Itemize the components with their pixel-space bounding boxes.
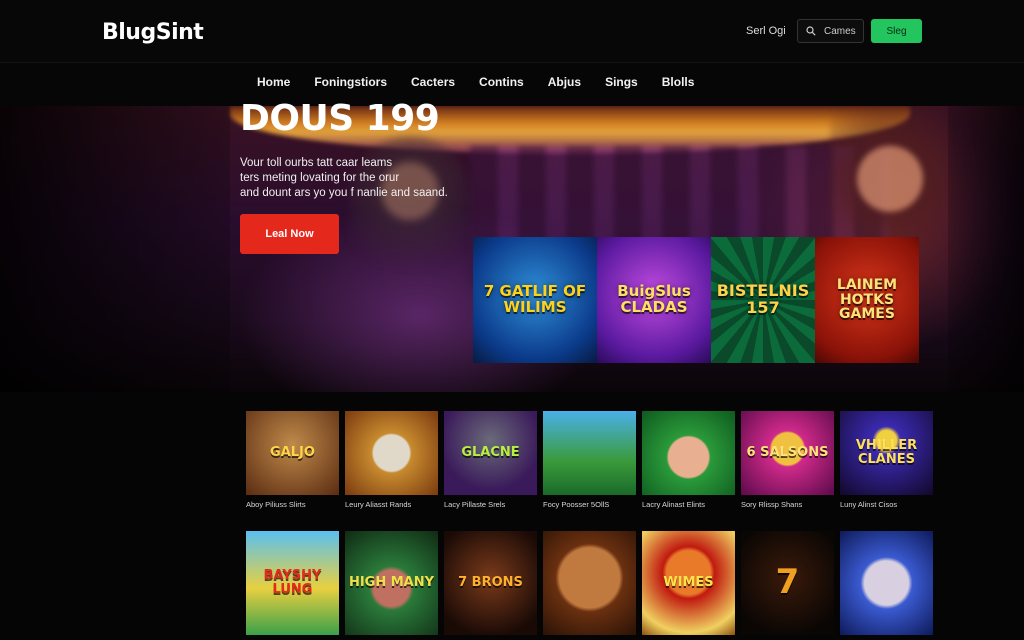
site-logo[interactable]: BlugSint [102, 20, 204, 45]
game-title: WIMES [663, 575, 714, 591]
sign-up-button[interactable]: Sleg [871, 19, 922, 43]
nav-item-7[interactable]: Blolls [662, 75, 695, 89]
game-card[interactable]: BAYSHY LUNG [246, 531, 339, 635]
nav-item-4[interactable]: Contins [479, 75, 524, 89]
game-caption: Aboy Piliuss Slirts [246, 500, 306, 509]
game-title: BAYSHY LUNG [263, 568, 322, 597]
game-title: 7 BRONS [458, 575, 523, 591]
game-caption: Leury Aliasst Rands [345, 500, 412, 509]
games-grid: GALJO Aboy Piliuss Slirts Leury Aliasst … [246, 411, 933, 635]
featured-games: 7 GATLIF OF WILIMS BuigSlus CLADAS BISTE… [473, 237, 919, 363]
game-caption: Luny Alinst Cisos [840, 500, 898, 509]
featured-game-title: BISTELNIS 157 [716, 281, 810, 317]
game-card[interactable]: GALJO Aboy Piliuss Slirts [246, 411, 339, 509]
game-thumbnail: 7 [741, 531, 834, 635]
hero-desc-line: ters meting lovating for the orur [240, 172, 400, 184]
game-title: 7 [775, 562, 800, 603]
game-thumbnail [840, 531, 933, 635]
game-thumbnail [345, 411, 438, 495]
hero-title: DOUS 199 [240, 98, 440, 139]
game-caption: Lacry Alinast Elints [642, 500, 705, 509]
game-card[interactable]: WIMES [642, 531, 735, 635]
game-caption: Lacy Pillaste Srels [444, 500, 506, 509]
hero-description: Vour toll ourbs tatt caar leams ters met… [240, 156, 460, 201]
nav-item-2[interactable]: Foningstiors [314, 75, 387, 89]
hero-desc-line: and dount ars yo you f nanlie and saand. [240, 187, 448, 199]
featured-game-title: BuigSlus CLADAS [617, 282, 691, 316]
game-thumbnail: WIMES [642, 531, 735, 635]
game-title: 6 SALSONS [746, 445, 829, 461]
game-title: HIGH MANY [348, 575, 435, 591]
game-card[interactable]: 6 SALSONS Sory Rlissp Shans [741, 411, 834, 509]
nav-item-5[interactable]: Abjus [548, 75, 581, 89]
game-title: GALJO [270, 445, 315, 461]
game-card[interactable]: 7 [741, 531, 834, 635]
featured-game-tile[interactable]: BISTELNIS 157 [711, 237, 815, 363]
game-card[interactable]: GLACNE Lacy Pillaste Srels [444, 411, 537, 509]
nav-item-3[interactable]: Cacters [411, 75, 455, 89]
hero-desc-line: Vour toll ourbs tatt caar leams [240, 157, 393, 169]
game-thumbnail: 7 BRONS [444, 531, 537, 635]
game-card[interactable]: Lacry Alinast Elints [642, 411, 735, 509]
hero-shade-right [948, 106, 1024, 392]
game-thumbnail: 6 SALSONS [741, 411, 834, 495]
game-card[interactable] [543, 531, 636, 635]
game-card[interactable]: 7 BRONS [444, 531, 537, 635]
game-thumbnail: BAYSHY LUNG [246, 531, 339, 635]
game-thumbnail: GALJO [246, 411, 339, 495]
search-input[interactable]: Cames [797, 19, 864, 43]
game-thumbnail [543, 411, 636, 495]
nav-item-home[interactable]: Home [257, 75, 290, 89]
game-title: VHILLER CLANES [855, 438, 918, 467]
game-thumbnail: HIGH MANY [345, 531, 438, 635]
game-caption: Focy Poosser 5OllS [543, 500, 610, 509]
game-card[interactable] [840, 531, 933, 635]
hero-cta-button[interactable]: Leal Now [240, 214, 339, 254]
game-caption: Sory Rlissp Shans [741, 500, 803, 509]
game-card[interactable]: VHILLER CLANES Luny Alinst Cisos [840, 411, 933, 509]
game-title: GLACNE [461, 445, 520, 461]
game-card[interactable]: Leury Aliasst Rands [345, 411, 438, 509]
main-nav: Home Foningstiors Cacters Contins Abjus … [0, 62, 1024, 106]
top-header: BlugSint Serl Ogi Cames Sleg [0, 0, 1024, 62]
featured-game-tile[interactable]: 7 GATLIF OF WILIMS [473, 237, 597, 363]
game-card[interactable]: Focy Poosser 5OllS [543, 411, 636, 509]
search-placeholder: Cames [824, 25, 856, 37]
game-thumbnail [543, 531, 636, 635]
featured-game-title: LAINEM HOTKS GAMES [836, 276, 898, 323]
sign-in-link[interactable]: Serl Ogi [746, 25, 786, 37]
game-thumbnail: GLACNE [444, 411, 537, 495]
hero-shade-left [0, 106, 230, 392]
featured-game-tile[interactable]: LAINEM HOTKS GAMES [815, 237, 919, 363]
game-thumbnail: VHILLER CLANES [840, 411, 933, 495]
nav-item-6[interactable]: Sings [605, 75, 638, 89]
game-thumbnail [642, 411, 735, 495]
featured-game-title: 7 GATLIF OF WILIMS [483, 282, 587, 316]
game-card[interactable]: HIGH MANY [345, 531, 438, 635]
featured-game-tile[interactable]: BuigSlus CLADAS [597, 237, 711, 363]
search-icon [806, 26, 816, 36]
